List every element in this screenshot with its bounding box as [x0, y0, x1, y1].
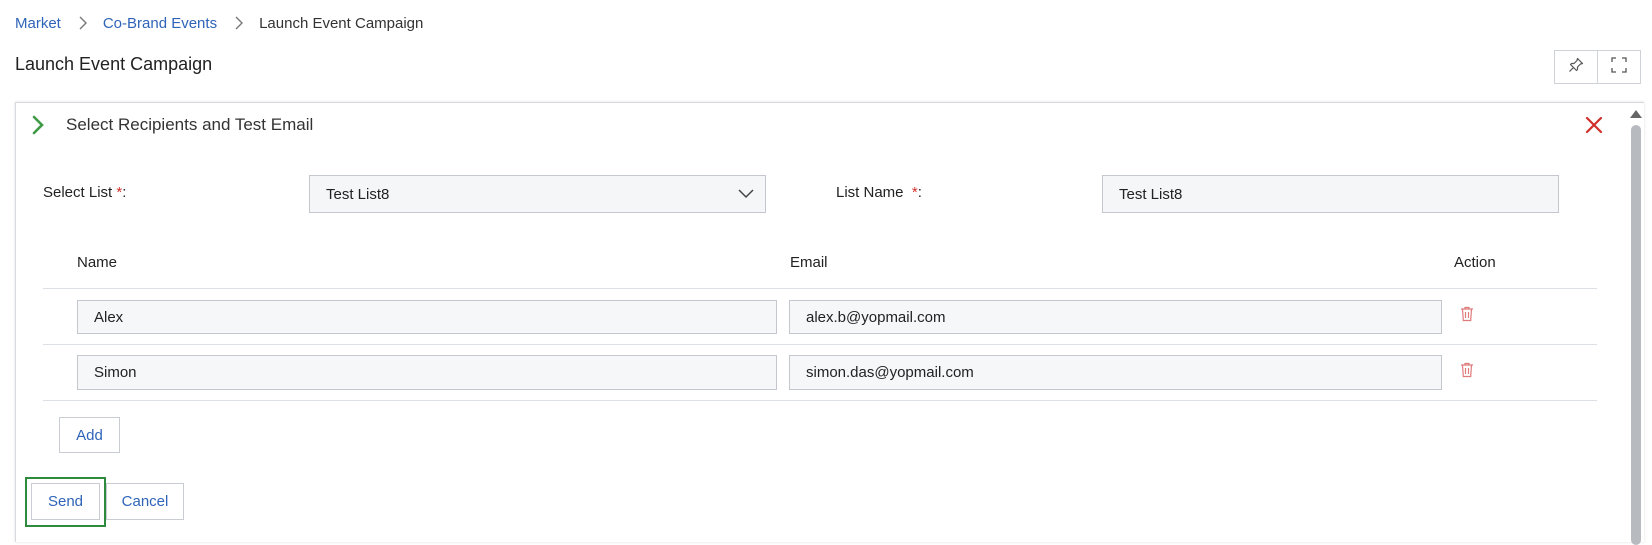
list-name-label-text: List Name: [836, 184, 904, 201]
expand-toggle[interactable]: [30, 114, 48, 136]
delete-button[interactable]: [1460, 306, 1474, 322]
scrollbar-thumb[interactable]: [1631, 125, 1641, 545]
breadcrumb: Market Co-Brand Events Launch Event Camp…: [15, 13, 423, 33]
scroll-up-icon[interactable]: [1629, 106, 1643, 118]
delete-button[interactable]: [1460, 362, 1474, 378]
list-name-value: Test List8: [1119, 185, 1183, 203]
close-icon: [1584, 116, 1604, 139]
add-button[interactable]: Add: [59, 417, 120, 453]
name-input[interactable]: Alex: [77, 300, 777, 334]
column-header-email: Email: [790, 254, 828, 271]
email-input[interactable]: alex.b@yopmail.com: [789, 300, 1442, 334]
trash-icon: [1460, 306, 1474, 326]
select-list-dropdown[interactable]: Test List8: [309, 175, 766, 213]
chevron-right-icon: [30, 115, 48, 140]
pin-icon: [1567, 56, 1585, 79]
column-header-name: Name: [77, 254, 118, 271]
name-value: Alex: [94, 308, 124, 326]
close-button[interactable]: [1584, 115, 1604, 135]
list-name-label: List Name *:: [836, 184, 922, 201]
email-input[interactable]: simon.das@yopmail.com: [789, 355, 1442, 390]
table-divider: [43, 400, 1597, 401]
breadcrumb-co-brand-events[interactable]: Co-Brand Events: [103, 15, 217, 32]
page-title: Launch Event Campaign: [15, 54, 213, 74]
breadcrumb-current: Launch Event Campaign: [259, 14, 424, 32]
name-input[interactable]: Simon: [77, 355, 777, 390]
select-list-label: Select List *:: [43, 184, 126, 201]
pin-button[interactable]: [1554, 50, 1598, 84]
fullscreen-button[interactable]: [1597, 50, 1641, 84]
name-value: Simon: [94, 364, 137, 381]
chevron-down-icon: [737, 187, 755, 205]
select-list-value: Test List8: [326, 185, 390, 203]
select-list-label-text: Select List: [43, 184, 113, 201]
label-colon: :: [917, 184, 922, 201]
breadcrumb-market[interactable]: Market: [15, 15, 61, 32]
email-value: alex.b@yopmail.com: [806, 308, 946, 326]
column-header-action: Action: [1454, 254, 1496, 271]
list-name-input[interactable]: Test List8: [1102, 175, 1559, 213]
chevron-right-icon: [77, 15, 89, 31]
chevron-right-icon: [233, 15, 245, 31]
trash-icon: [1460, 362, 1474, 382]
label-colon: :: [122, 184, 127, 201]
email-value: simon.das@yopmail.com: [806, 364, 974, 381]
fullscreen-icon: [1610, 56, 1628, 79]
send-button[interactable]: Send: [31, 483, 100, 520]
panel-title: Select Recipients and Test Email: [66, 115, 314, 134]
cancel-button[interactable]: Cancel: [106, 483, 184, 520]
